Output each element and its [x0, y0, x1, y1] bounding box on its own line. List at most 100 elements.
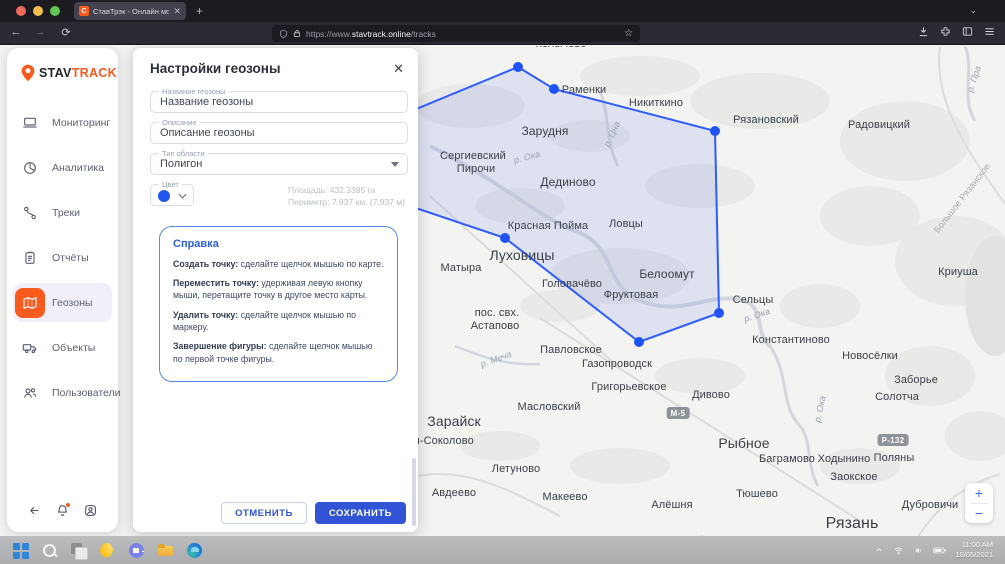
system-tray: 11:00 AM 10/05/2021 — [874, 540, 1005, 560]
place-label: Раменки — [562, 84, 607, 96]
reload-button[interactable]: ⟳ — [58, 26, 74, 39]
volume-icon[interactable] — [913, 546, 924, 555]
place-label: Поляны — [874, 452, 915, 464]
date: 10/05/2021 — [955, 550, 993, 560]
collapse-sidebar-button[interactable] — [28, 504, 41, 522]
sidebar-item-tracks[interactable]: Треки — [7, 190, 118, 235]
polygon-vertex[interactable] — [500, 233, 510, 243]
place-label: Головачёво — [542, 278, 602, 290]
chevron-down-icon[interactable] — [179, 191, 187, 199]
edge-icon[interactable] — [186, 542, 203, 559]
minimize-window-button[interactable] — [33, 6, 43, 16]
zoom-in-button[interactable]: + — [965, 483, 993, 503]
place-label: Алёшня — [651, 499, 692, 511]
sidebar-item-users[interactable]: Пользователи — [7, 370, 118, 415]
forward-button[interactable]: → — [32, 26, 48, 38]
search-icon[interactable] — [41, 542, 58, 559]
tray-chevron-up-icon[interactable] — [874, 546, 884, 554]
sidebar-item-label: Треки — [52, 207, 80, 219]
geozone-description-field[interactable]: Описание Описание геозоны — [150, 122, 408, 144]
url-text[interactable]: https://www.stavtrack.online/tracks — [306, 29, 619, 39]
tab-close-icon[interactable]: ✕ — [173, 7, 181, 16]
wifi-icon[interactable] — [893, 546, 904, 555]
menu-hamburger-icon[interactable] — [984, 26, 995, 37]
sidebar-item-monitoring[interactable]: Мониторинг — [7, 100, 118, 145]
users-icon — [15, 378, 45, 408]
help-item: Удалить точку: сделайте щелчок мышью по … — [173, 309, 384, 334]
battery-icon[interactable] — [933, 546, 946, 555]
place-label: Никиткино — [629, 97, 683, 109]
area-type-select[interactable]: Тип области Полигон — [150, 153, 408, 175]
place-label: Зарайск — [427, 413, 480, 429]
place-label: Астапово — [471, 320, 520, 332]
browser-tab[interactable]: С СтавТрэк - Онлайн мониторин ✕ — [74, 2, 186, 20]
sidebar-item-objects[interactable]: Объекты — [7, 325, 118, 370]
browser-toolbar: ← → ⟳ https://www.stavtrack.online/track… — [0, 22, 1005, 45]
place-label: Макеево — [542, 491, 587, 503]
cancel-button[interactable]: ОТМЕНИТЬ — [221, 502, 307, 524]
place-label: Тюшево — [736, 488, 778, 500]
color-swatch[interactable] — [158, 190, 170, 202]
sidebar-item-label: Мониторинг — [52, 117, 110, 129]
firefox-icon[interactable] — [99, 542, 116, 559]
place-label: Фруктовая — [604, 289, 659, 301]
taskbar-clock[interactable]: 11:00 AM 10/05/2021 — [955, 540, 993, 560]
polygon-vertex[interactable] — [714, 308, 724, 318]
sidebar-item-geozones[interactable]: Геозоны — [7, 280, 118, 325]
maximize-window-button[interactable] — [50, 6, 60, 16]
sidebar-item-label: Геозоны — [52, 297, 92, 309]
highway-badge: Р-132 — [878, 434, 909, 446]
place-label: пос. свх. — [475, 307, 520, 319]
polygon-vertex[interactable] — [513, 62, 523, 72]
notifications-bell-icon[interactable] — [56, 504, 69, 522]
place-label: Ловцы — [609, 218, 643, 230]
list-tabs-chevron-icon[interactable]: ⌄ — [969, 5, 977, 16]
geozones-icon — [15, 288, 45, 318]
place-label: Матыра — [441, 262, 482, 274]
sidebar-footer — [7, 504, 118, 522]
shield-icon[interactable] — [279, 29, 288, 39]
extensions-icon[interactable] — [940, 26, 951, 37]
close-window-button[interactable] — [16, 6, 26, 16]
highway-badge: М-5 — [667, 407, 690, 419]
analytics-icon — [15, 153, 45, 183]
panel-close-icon[interactable]: ✕ — [393, 62, 404, 75]
new-tab-button[interactable]: + — [196, 4, 203, 18]
reports-icon — [15, 243, 45, 273]
geozone-description-label: Описание — [159, 118, 200, 127]
teams-icon[interactable] — [128, 542, 145, 559]
window-controls — [16, 6, 60, 16]
task-view-icon[interactable] — [70, 542, 87, 559]
url-bar[interactable]: https://www.stavtrack.online/tracks ☆ — [272, 25, 640, 42]
bookmark-star-icon[interactable]: ☆ — [624, 28, 633, 39]
screen: С СтавТрэк - Онлайн мониторин ✕ + ⌄ ← → … — [0, 0, 1005, 564]
help-item: Создать точку: сделайте щелчок мышью по … — [173, 258, 384, 270]
help-title: Справка — [173, 238, 384, 250]
dropdown-arrow-icon[interactable] — [391, 162, 399, 167]
polygon-vertex[interactable] — [549, 84, 559, 94]
start-icon[interactable] — [12, 542, 29, 559]
place-label: Колычево — [535, 46, 586, 50]
lock-icon — [293, 29, 301, 38]
back-button[interactable]: ← — [8, 26, 24, 38]
place-label: м-Соколово — [412, 435, 474, 447]
sidebar-item-analytics[interactable]: Аналитика — [7, 145, 118, 190]
sidebar-toggle-icon[interactable] — [962, 26, 973, 37]
profile-button[interactable] — [84, 504, 97, 522]
taskbar-apps — [0, 542, 203, 559]
panel-scrollbar[interactable] — [412, 458, 416, 526]
polygon-vertex[interactable] — [634, 337, 644, 347]
sidebar-item-reports[interactable]: Отчёты — [7, 235, 118, 280]
geozone-name-field[interactable]: Название геозоны Название геозоны — [150, 91, 408, 113]
polygon-vertex[interactable] — [710, 126, 720, 136]
explorer-icon[interactable] — [157, 542, 174, 559]
downloads-icon[interactable] — [918, 26, 929, 37]
app-logo[interactable]: STAVTRACK — [7, 48, 118, 92]
help-box: Справка Создать точку: сделайте щелчок м… — [159, 226, 398, 382]
save-button[interactable]: СОХРАНИТЬ — [315, 502, 406, 524]
zoom-out-button[interactable]: − — [965, 504, 993, 524]
tracks-icon — [15, 198, 45, 228]
sidebar-item-label: Пользователи — [52, 387, 121, 399]
place-label: Белоомут — [639, 267, 694, 281]
color-picker[interactable]: Цвет — [150, 184, 194, 206]
